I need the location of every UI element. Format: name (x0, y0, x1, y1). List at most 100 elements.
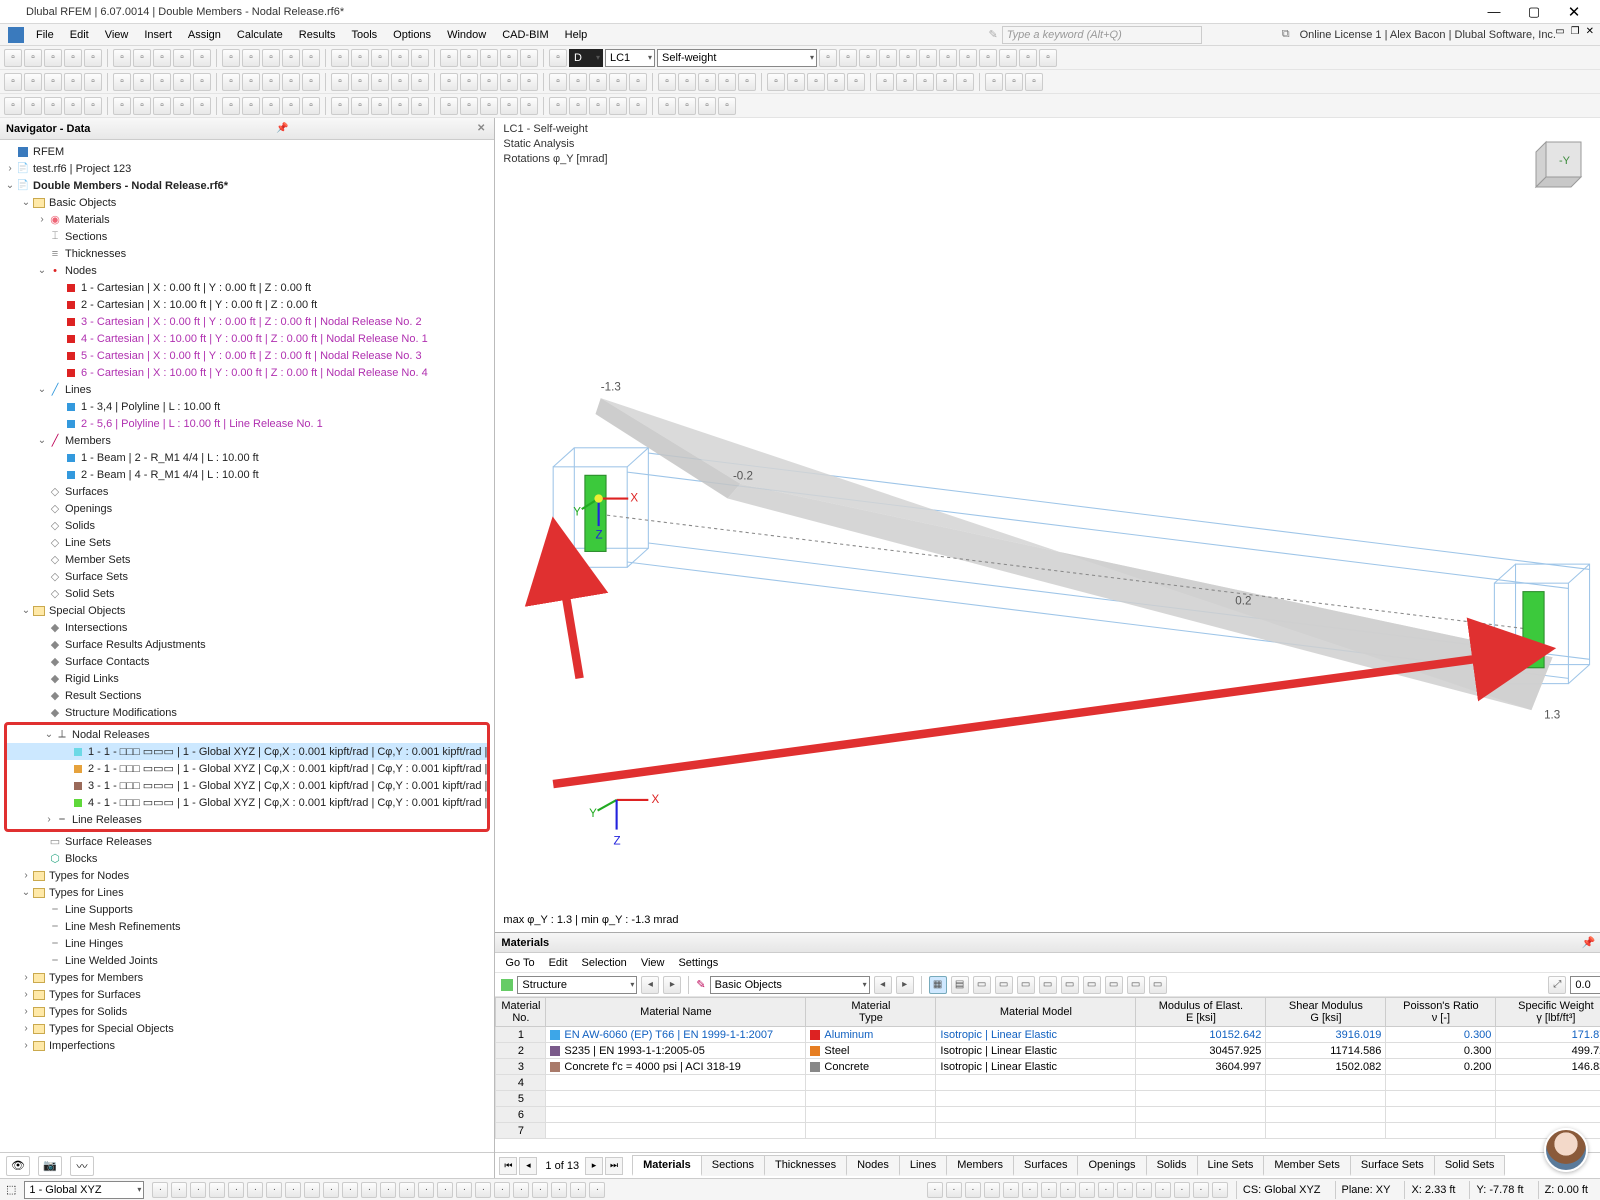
col-header[interactable]: MaterialType (806, 998, 936, 1027)
tree-row[interactable]: ›⎯Line Releases (7, 811, 487, 828)
filter2-button[interactable]: ▤ (951, 976, 969, 994)
tree-row[interactable]: ›Types for Special Objects (0, 1020, 494, 1037)
next-struct-button[interactable]: ▸ (663, 976, 681, 994)
toolbar-button[interactable]: ▫ (351, 73, 369, 91)
mat-menu-go-to[interactable]: Go To (505, 957, 534, 969)
toolbar-button[interactable]: ▫ (738, 73, 756, 91)
toolbar-button[interactable]: ▫ (999, 49, 1017, 67)
tool-h-button[interactable]: ▭ (1127, 976, 1145, 994)
toolbar-button[interactable]: ▫ (847, 73, 865, 91)
toolbar-button[interactable]: ▫ (262, 49, 280, 67)
toolbar-button[interactable]: ▫ (629, 97, 647, 115)
page-nav-button[interactable]: ▸ (585, 1157, 603, 1175)
col-header[interactable]: Material Name (546, 998, 806, 1027)
panel-close-icon[interactable]: ✕ (474, 123, 488, 134)
tab-openings[interactable]: Openings (1077, 1155, 1146, 1176)
status-tool-button[interactable]: · (1098, 1182, 1114, 1198)
col-header[interactable]: Shear ModulusG [ksi] (1266, 998, 1386, 1027)
toolbar-button[interactable]: ▫ (569, 97, 587, 115)
status-tool-button[interactable]: · (323, 1182, 339, 1198)
mdi-close-icon[interactable]: ✕ (1586, 26, 1594, 37)
toolbar-button[interactable]: ▫ (549, 73, 567, 91)
tree-row[interactable]: 2 - 5,6 | Polyline | L : 10.00 ft | Line… (0, 415, 494, 432)
status-tool-button[interactable]: · (946, 1182, 962, 1198)
toolbar-button[interactable]: ▫ (859, 49, 877, 67)
mat-menu-selection[interactable]: Selection (582, 957, 627, 969)
tab-sections[interactable]: Sections (701, 1155, 765, 1176)
nodal-release-item[interactable]: 2 - 1 - □□□ ▭▭▭ | 1 - Global XYZ | Cφ,X … (7, 760, 487, 777)
toolbar-button[interactable]: ▫ (460, 73, 478, 91)
tab-thicknesses[interactable]: Thicknesses (764, 1155, 847, 1176)
toolbar-button[interactable]: ▫ (896, 73, 914, 91)
expand-button[interactable]: ⤢ (1548, 976, 1566, 994)
toolbar-button[interactable]: ▫ (480, 49, 498, 67)
toolbar-button[interactable]: ▫ (500, 49, 518, 67)
tree-row[interactable]: 3 - Cartesian | X : 0.00 ft | Y : 0.00 f… (0, 313, 494, 330)
tree-row[interactable]: ◆Result Sections (0, 687, 494, 704)
nav-graph-button[interactable]: 〰 (70, 1156, 94, 1176)
tree-row[interactable]: ≡Thicknesses (0, 245, 494, 262)
toolbar-button[interactable]: ▫ (44, 73, 62, 91)
tree-row[interactable]: 6 - Cartesian | X : 10.00 ft | Y : 0.00 … (0, 364, 494, 381)
navigator-tree[interactable]: RFEM›📄test.rf6 | Project 123⌄📄Double Mem… (0, 140, 494, 1152)
tab-line-sets[interactable]: Line Sets (1197, 1155, 1265, 1176)
toolbar-button[interactable]: ▫ (44, 97, 62, 115)
tree-row[interactable]: ◇Surfaces (0, 483, 494, 500)
toolbar-button[interactable]: ▫ (24, 97, 42, 115)
tree-row[interactable]: ›Types for Surfaces (0, 986, 494, 1003)
mat-menu-settings[interactable]: Settings (678, 957, 718, 969)
toolbar-button[interactable]: ▫ (173, 73, 191, 91)
toolbar-button[interactable]: ▫ (302, 49, 320, 67)
menu-tools[interactable]: Tools (343, 29, 385, 41)
avatar[interactable] (1544, 1128, 1588, 1172)
nodal-release-item[interactable]: 4 - 1 - □□□ ▭▭▭ | 1 - Global XYZ | Cφ,X … (7, 794, 487, 811)
lc-code-combo[interactable]: LC1 (605, 49, 655, 67)
tree-row[interactable]: ⎯Line Welded Joints (0, 952, 494, 969)
table-row[interactable]: 2S235 | EN 1993-1-1:2005-05SteelIsotropi… (496, 1043, 1600, 1059)
toolbar-button[interactable]: ▫ (1005, 73, 1023, 91)
toolbar-button[interactable]: ▫ (153, 73, 171, 91)
toolbar-button[interactable]: ▫ (698, 73, 716, 91)
toolbar-button[interactable]: ▫ (520, 49, 538, 67)
toolbar-button[interactable]: ▫ (153, 97, 171, 115)
toolbar-button[interactable]: ▫ (193, 97, 211, 115)
status-tool-button[interactable]: · (1003, 1182, 1019, 1198)
toolbar-button[interactable]: ▫ (371, 97, 389, 115)
status-tool-button[interactable]: · (551, 1182, 567, 1198)
menu-view[interactable]: View (97, 29, 137, 41)
toolbar-button[interactable]: ▫ (899, 49, 917, 67)
tool-d-button[interactable]: ▭ (1039, 976, 1057, 994)
status-tool-button[interactable]: · (532, 1182, 548, 1198)
status-tool-button[interactable]: · (304, 1182, 320, 1198)
tree-row[interactable]: ⎯Line Supports (0, 901, 494, 918)
tree-row[interactable]: ◇Openings (0, 500, 494, 517)
toolbar-button[interactable]: ▫ (678, 73, 696, 91)
status-tool-button[interactable]: · (513, 1182, 529, 1198)
tree-row[interactable]: 1 - 3,4 | Polyline | L : 10.00 ft (0, 398, 494, 415)
toolbar-button[interactable]: ▫ (500, 73, 518, 91)
model-viewport[interactable]: LC1 - Self-weight Static Analysis Rotati… (495, 118, 1600, 932)
mdi-minimize-icon[interactable]: ▭ (1555, 26, 1564, 37)
objects-combo[interactable]: Basic Objects (710, 976, 870, 994)
toolbar-button[interactable]: ▫ (4, 73, 22, 91)
tree-row[interactable]: ⎯Line Hinges (0, 935, 494, 952)
toolbar-button[interactable]: ▫ (4, 97, 22, 115)
tree-row[interactable]: ⌄Special Objects (0, 602, 494, 619)
tab-member-sets[interactable]: Member Sets (1263, 1155, 1350, 1176)
tab-materials[interactable]: Materials (632, 1155, 702, 1176)
toolbar-button[interactable]: ▫ (919, 49, 937, 67)
mat-menu-view[interactable]: View (641, 957, 665, 969)
toolbar-button[interactable]: ▫ (302, 97, 320, 115)
toolbar-button[interactable]: ▫ (153, 49, 171, 67)
nodal-release-item[interactable]: 1 - 1 - □□□ ▭▭▭ | 1 - Global XYZ | Cφ,X … (7, 743, 487, 760)
menu-edit[interactable]: Edit (62, 29, 97, 41)
table-row[interactable]: 6 (496, 1107, 1600, 1123)
toolbar-button[interactable]: ▫ (84, 73, 102, 91)
toolbar-button[interactable]: ▫ (939, 49, 957, 67)
toolbar-button[interactable]: ▫ (718, 73, 736, 91)
toolbar-button[interactable]: ▫ (876, 73, 894, 91)
status-tool-button[interactable]: · (494, 1182, 510, 1198)
toolbar-button[interactable]: ▫ (629, 73, 647, 91)
tree-basic-objects[interactable]: ⌄Basic Objects (0, 194, 494, 211)
nodal-release-item[interactable]: 3 - 1 - □□□ ▭▭▭ | 1 - Global XYZ | Cφ,X … (7, 777, 487, 794)
